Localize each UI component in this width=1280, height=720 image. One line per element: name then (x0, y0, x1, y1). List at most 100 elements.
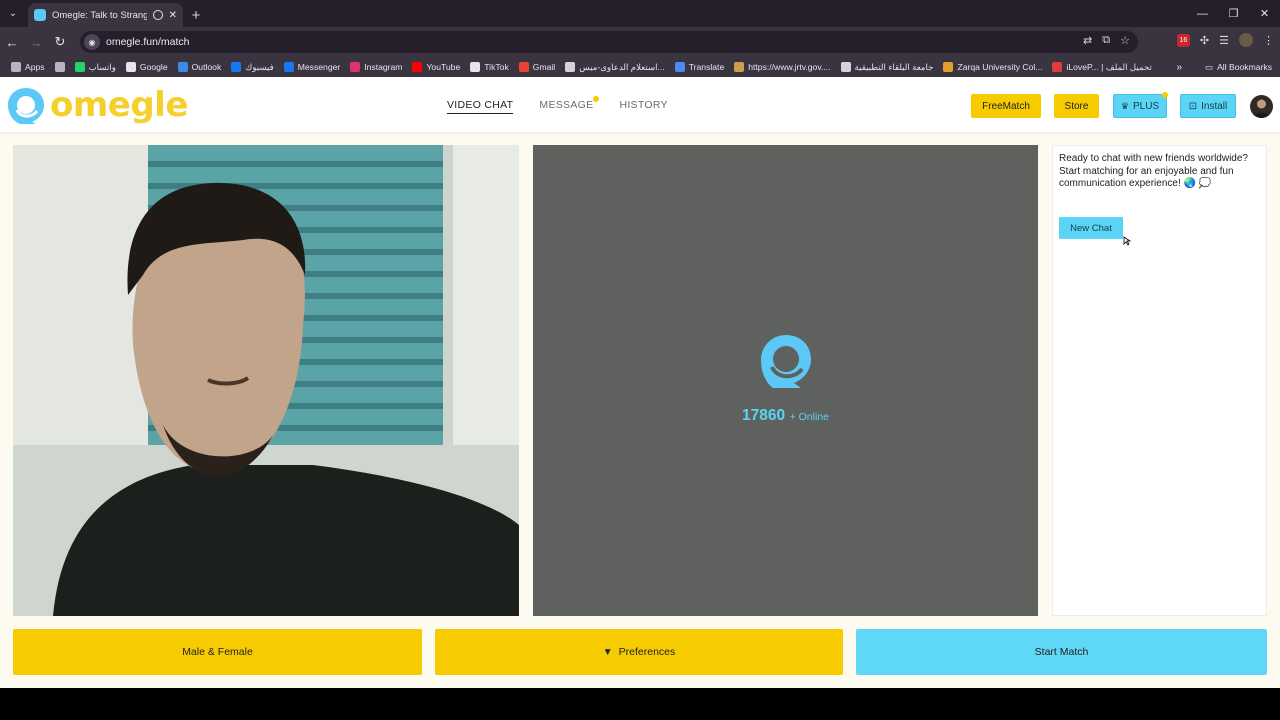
page: omegle VIDEO CHAT MESSAGE HISTORY FreeMa… (0, 77, 1280, 688)
gender-filter-button[interactable]: Male & Female (13, 629, 422, 675)
site-info-icon[interactable]: ◉ (84, 34, 100, 50)
plus-notification-dot (1162, 92, 1168, 98)
install-button[interactable]: ⊡ Install (1180, 94, 1236, 118)
bookmark-item[interactable]: Apps (6, 62, 50, 72)
nav-history[interactable]: HISTORY (619, 99, 667, 114)
bookmark-item[interactable]: Outlook (173, 62, 227, 72)
download-icon: ⊡ (1188, 100, 1198, 112)
nav-video-chat[interactable]: VIDEO CHAT (447, 99, 514, 114)
google-icon (125, 62, 136, 72)
all-bookmarks-button[interactable]: ▭ All Bookmarks (1205, 57, 1272, 77)
gmail-icon (518, 62, 529, 72)
preferences-button[interactable]: ▼ Preferences (435, 629, 843, 675)
reload-icon[interactable]: ↻ (48, 34, 72, 50)
bookmark-label: Gmail (532, 62, 556, 72)
browser-tab[interactable]: Omegle: Talk to Strangers v ✕ (28, 3, 183, 27)
url-input[interactable]: ◉ omegle.fun/match ⇄ ⧉ ☆ (80, 31, 1138, 53)
translate-page-icon[interactable]: ⇄ (1083, 34, 1092, 47)
forward-icon[interactable]: → (24, 35, 48, 50)
tab-title: Omegle: Talk to Strangers v (52, 9, 147, 21)
camera-frame-image (13, 145, 519, 616)
bookmark-item[interactable]: TikTok (465, 62, 514, 72)
bookmark-item[interactable]: iLoveP... | تحميل الملف (1047, 62, 1156, 73)
omegle-favicon-icon (34, 9, 46, 21)
nav-message[interactable]: MESSAGE (539, 96, 600, 114)
instagram-icon (350, 62, 361, 72)
bookmark-label: Apps (25, 62, 45, 72)
bookmark-item[interactable]: Google (121, 62, 173, 72)
mouse-cursor-icon (1123, 236, 1131, 246)
bookmark-item[interactable]: Translate (670, 62, 730, 72)
plus-label: PLUS (1132, 100, 1160, 112)
online-label: + Online (789, 411, 829, 423)
chat-panel: Ready to chat with new friends worldwide… (1052, 145, 1267, 616)
online-counter: 17860 + Online (533, 407, 1038, 425)
bookmark-item[interactable]: https://www.jrtv.gov.... (729, 62, 835, 72)
bookmark-item[interactable]: Messenger (279, 62, 346, 72)
tab-search-icon[interactable]: ⌄ (0, 0, 26, 27)
start-match-button[interactable]: Start Match (856, 629, 1267, 675)
bookmark-item[interactable] (50, 62, 70, 72)
bookmark-label: Translate (688, 62, 725, 72)
bookmark-item[interactable]: جامعة البلقاء التطبيقية (836, 62, 939, 73)
bookmark-item[interactable]: واتساب (70, 62, 121, 73)
bookmark-label: فيسبوك (245, 61, 274, 72)
bookmark-item[interactable]: فيسبوك (226, 62, 278, 73)
profile-icon[interactable] (1239, 33, 1253, 47)
bookmark-label: واتساب (88, 61, 116, 72)
facebook-icon (283, 62, 294, 72)
translate-icon (674, 62, 685, 72)
restore-icon[interactable]: ❐ (1218, 0, 1249, 27)
partner-video-panel: 17860 + Online (533, 145, 1038, 616)
apps-grid-icon (11, 62, 21, 72)
bookmarks-overflow-icon[interactable]: » (1176, 57, 1182, 77)
logo-text: omegle (50, 85, 188, 125)
gear-icon (565, 62, 576, 72)
preferences-label: Preferences (618, 646, 676, 658)
facebook-icon (231, 62, 242, 72)
bookmark-label: Google (139, 62, 168, 72)
back-icon[interactable]: ← (0, 35, 24, 50)
menu-kebab-icon[interactable]: ⋮ (1263, 34, 1274, 47)
bookmark-star-icon[interactable]: ☆ (1120, 34, 1130, 47)
folder-icon: ▭ (1204, 61, 1214, 72)
minimize-icon[interactable]: — (1187, 0, 1218, 27)
window-close-icon[interactable]: ✕ (1249, 0, 1280, 27)
heart-icon (1052, 62, 1063, 72)
new-tab-button[interactable]: + (183, 3, 209, 27)
omegle-logo-icon (761, 335, 811, 388)
new-chat-button[interactable]: New Chat (1059, 217, 1123, 239)
extensions-icon[interactable]: ✣ (1200, 34, 1209, 47)
omegle-logo[interactable]: omegle (6, 86, 188, 124)
close-tab-icon[interactable]: ✕ (169, 10, 177, 21)
bookmark-label: YouTube (426, 62, 461, 72)
youtube-icon (412, 62, 423, 72)
university-icon (943, 62, 954, 72)
freematch-button[interactable]: FreeMatch (971, 94, 1041, 118)
avatar-person-icon (1253, 98, 1270, 118)
local-camera-video (13, 145, 519, 616)
extension-badge-icon[interactable]: 16 (1176, 33, 1190, 47)
install-label: Install (1201, 100, 1228, 112)
online-count: 17860 (742, 407, 786, 424)
main-nav: VIDEO CHAT MESSAGE HISTORY (447, 96, 668, 114)
nav-message-label: MESSAGE (539, 99, 594, 111)
bookmark-item[interactable]: Gmail (514, 62, 560, 72)
bookmark-label: Instagram (364, 62, 403, 72)
tab-search-list-icon[interactable]: ☰ (1219, 34, 1229, 47)
bookmark-label: https://www.jrtv.gov.... (748, 62, 831, 72)
crown-icon (734, 62, 745, 72)
bookmark-item[interactable]: Instagram (345, 62, 407, 72)
install-app-icon[interactable]: ⧉ (1102, 34, 1110, 47)
bookmark-item[interactable]: YouTube (407, 62, 465, 72)
recording-icon (152, 10, 163, 20)
user-avatar[interactable] (1250, 95, 1273, 118)
bookmark-item[interactable]: Zarqa University Col... (938, 62, 1047, 72)
bookmark-item[interactable]: استعلام الدعاوى-ميس... (560, 62, 670, 73)
bookmark-label: Messenger (297, 62, 341, 72)
globe-icon (840, 62, 851, 72)
store-button[interactable]: Store (1054, 94, 1099, 118)
plus-button[interactable]: ♛ PLUS (1113, 92, 1168, 118)
notification-dot (593, 96, 600, 102)
outlook-icon (177, 62, 188, 72)
